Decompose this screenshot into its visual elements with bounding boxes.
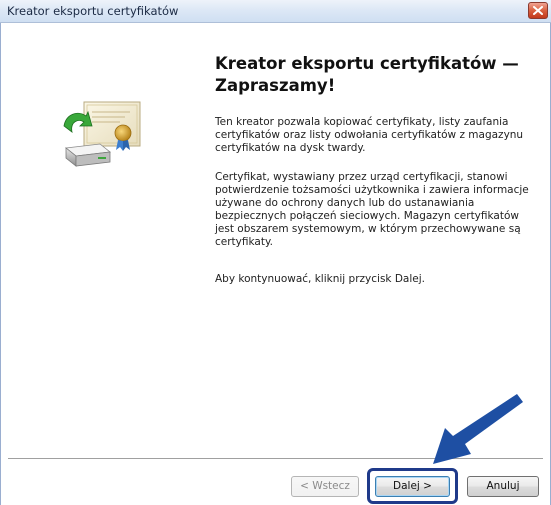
- back-button[interactable]: < Wstecz: [291, 476, 359, 497]
- cancel-button[interactable]: Anuluj: [467, 476, 539, 497]
- close-icon: [533, 6, 543, 15]
- certificate-export-icon: [63, 101, 141, 167]
- intro-paragraph: Ten kreator pozwala kopiować certyfikaty…: [215, 116, 524, 154]
- close-button[interactable]: [528, 2, 548, 19]
- pointer-arrow: [433, 394, 523, 464]
- certificate-description: Certyfikat, wystawiany przez urząd certy…: [215, 171, 529, 248]
- next-button-highlight: [367, 468, 458, 504]
- window-title: Kreator eksportu certyfikatów: [7, 4, 179, 18]
- window-border-left: [0, 23, 1, 505]
- wizard-heading: Kreator eksportu certyfikatów — Zaprasza…: [215, 54, 519, 95]
- continue-instruction: Aby kontynuować, kliknij przycisk Dalej.: [215, 273, 425, 285]
- certificate-export-wizard-window: Kreator eksportu certyfikatów Kreator ek…: [0, 0, 551, 505]
- title-bar[interactable]: Kreator eksportu certyfikatów: [0, 0, 551, 23]
